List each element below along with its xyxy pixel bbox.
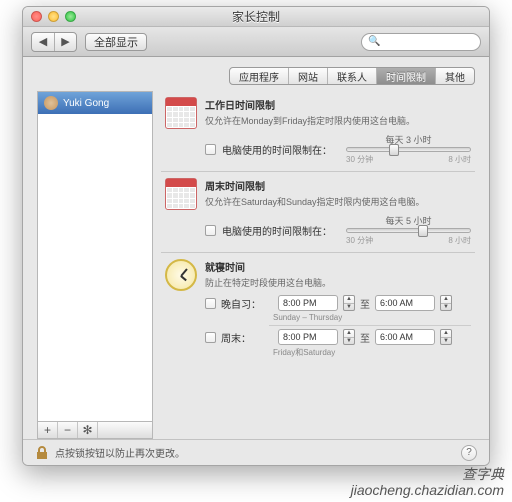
stepper[interactable]: ▲▼ [440,295,452,311]
calendar-icon [165,97,197,129]
schoolnight-end[interactable]: 6:00 AM [375,295,435,311]
user-list[interactable]: Yuki Gong [37,91,153,421]
weekendnight-row: 周末： 8:00 PM ▲▼ 至 6:00 AM ▲▼ [205,329,471,345]
back-button[interactable]: ◀ [32,33,54,51]
window-title: 家长控制 [23,8,489,25]
schoolnight-checkbox[interactable] [205,298,216,309]
content: 应用程序 网站 联系人 时间限制 其他 Yuki Gong + − ✻ [23,57,489,465]
titlebar: 家长控制 [23,7,489,27]
slider-thumb-icon[interactable] [418,225,428,237]
slider-thumb-icon[interactable] [389,144,399,156]
toolbar: ◀ ▶ 全部显示 🔍 [23,27,489,57]
weekend-limit-label: 电脑使用的时间限制在： [222,223,332,238]
calendar-icon [165,178,197,210]
main-panel: 工作日时间限制 仅允许在Monday到Friday指定时限内使用这台电脑。 电脑… [161,91,475,439]
user-row[interactable]: Yuki Gong [38,92,152,114]
weekday-limit-checkbox[interactable] [205,144,216,155]
clock-icon [165,259,197,291]
bedtime-section: 就寝时间 防止在特定时段使用这台电脑。 晚自习： 8:00 PM ▲▼ 至 6:… [161,252,475,366]
weekend-slider-value: 每天 5 小时 [346,214,471,227]
weekend-slider[interactable] [346,228,471,233]
footer: 点按锁按钮以防止再次更改。 ? [23,439,489,465]
tab-other[interactable]: 其他 [435,68,474,84]
forward-button[interactable]: ▶ [54,33,76,51]
weekendnight-start[interactable]: 8:00 PM [278,329,338,345]
schoolnight-row: 晚自习： 8:00 PM ▲▼ 至 6:00 AM ▲▼ [205,295,471,311]
weekendnight-sub: Friday和Saturday [273,347,471,358]
showall-button[interactable]: 全部显示 [85,33,147,51]
watermark: 查字典 jiaocheng.chazidian.com [351,467,504,498]
weekend-desc: 仅允许在Saturday和Sunday指定时限内使用这台电脑。 [205,195,471,208]
sidebar: Yuki Gong + − ✻ [37,91,153,439]
schoolnight-start[interactable]: 8:00 PM [278,295,338,311]
bedtime-desc: 防止在特定时段使用这台电脑。 [205,276,471,289]
divider [269,325,471,326]
search-icon: 🔍 [368,36,380,47]
stepper[interactable]: ▲▼ [440,329,452,345]
weekday-title: 工作日时间限制 [205,97,471,112]
weekend-limit-checkbox[interactable] [205,225,216,236]
stepper[interactable]: ▲▼ [343,295,355,311]
schoolnight-label: 晚自习： [221,296,273,311]
avatar-icon [44,96,58,110]
bedtime-title: 就寝时间 [205,259,471,274]
nav-group: ◀ ▶ [31,32,77,52]
tabset: 应用程序 网站 联系人 时间限制 其他 [229,67,475,85]
schoolnight-sub: Sunday – Thursday [273,313,471,322]
prefs-window: 家长控制 ◀ ▶ 全部显示 🔍 应用程序 网站 联系人 时间限制 其他 [22,6,490,466]
action-menu-button[interactable]: ✻ [78,422,98,438]
weekendnight-end[interactable]: 6:00 AM [375,329,435,345]
weekday-limit-label: 电脑使用的时间限制在： [222,142,332,157]
remove-user-button[interactable]: − [58,422,78,438]
weekend-title: 周末时间限制 [205,178,471,193]
stepper[interactable]: ▲▼ [343,329,355,345]
lock-text: 点按锁按钮以防止再次更改。 [55,445,185,460]
weekday-desc: 仅允许在Monday到Friday指定时限内使用这台电脑。 [205,114,471,127]
tab-timelimits[interactable]: 时间限制 [376,68,435,84]
weekendnight-label: 周末： [221,330,273,345]
tab-people[interactable]: 联系人 [327,68,376,84]
weekday-slider-value: 每天 3 小时 [346,133,471,146]
weekendnight-checkbox[interactable] [205,332,216,343]
tab-web[interactable]: 网站 [288,68,327,84]
add-user-button[interactable]: + [38,422,58,438]
weekend-section: 周末时间限制 仅允许在Saturday和Sunday指定时限内使用这台电脑。 电… [161,171,475,252]
lock-icon[interactable] [35,446,49,460]
weekday-slider[interactable] [346,147,471,152]
weekday-section: 工作日时间限制 仅允许在Monday到Friday指定时限内使用这台电脑。 电脑… [161,91,475,171]
sidebar-footer: + − ✻ [37,421,153,439]
tab-apps[interactable]: 应用程序 [230,68,288,84]
tabs-row: 应用程序 网站 联系人 时间限制 其他 [23,57,489,85]
help-button[interactable]: ? [461,445,477,461]
user-name: Yuki Gong [63,98,109,109]
search-input[interactable]: 🔍 [361,33,481,51]
